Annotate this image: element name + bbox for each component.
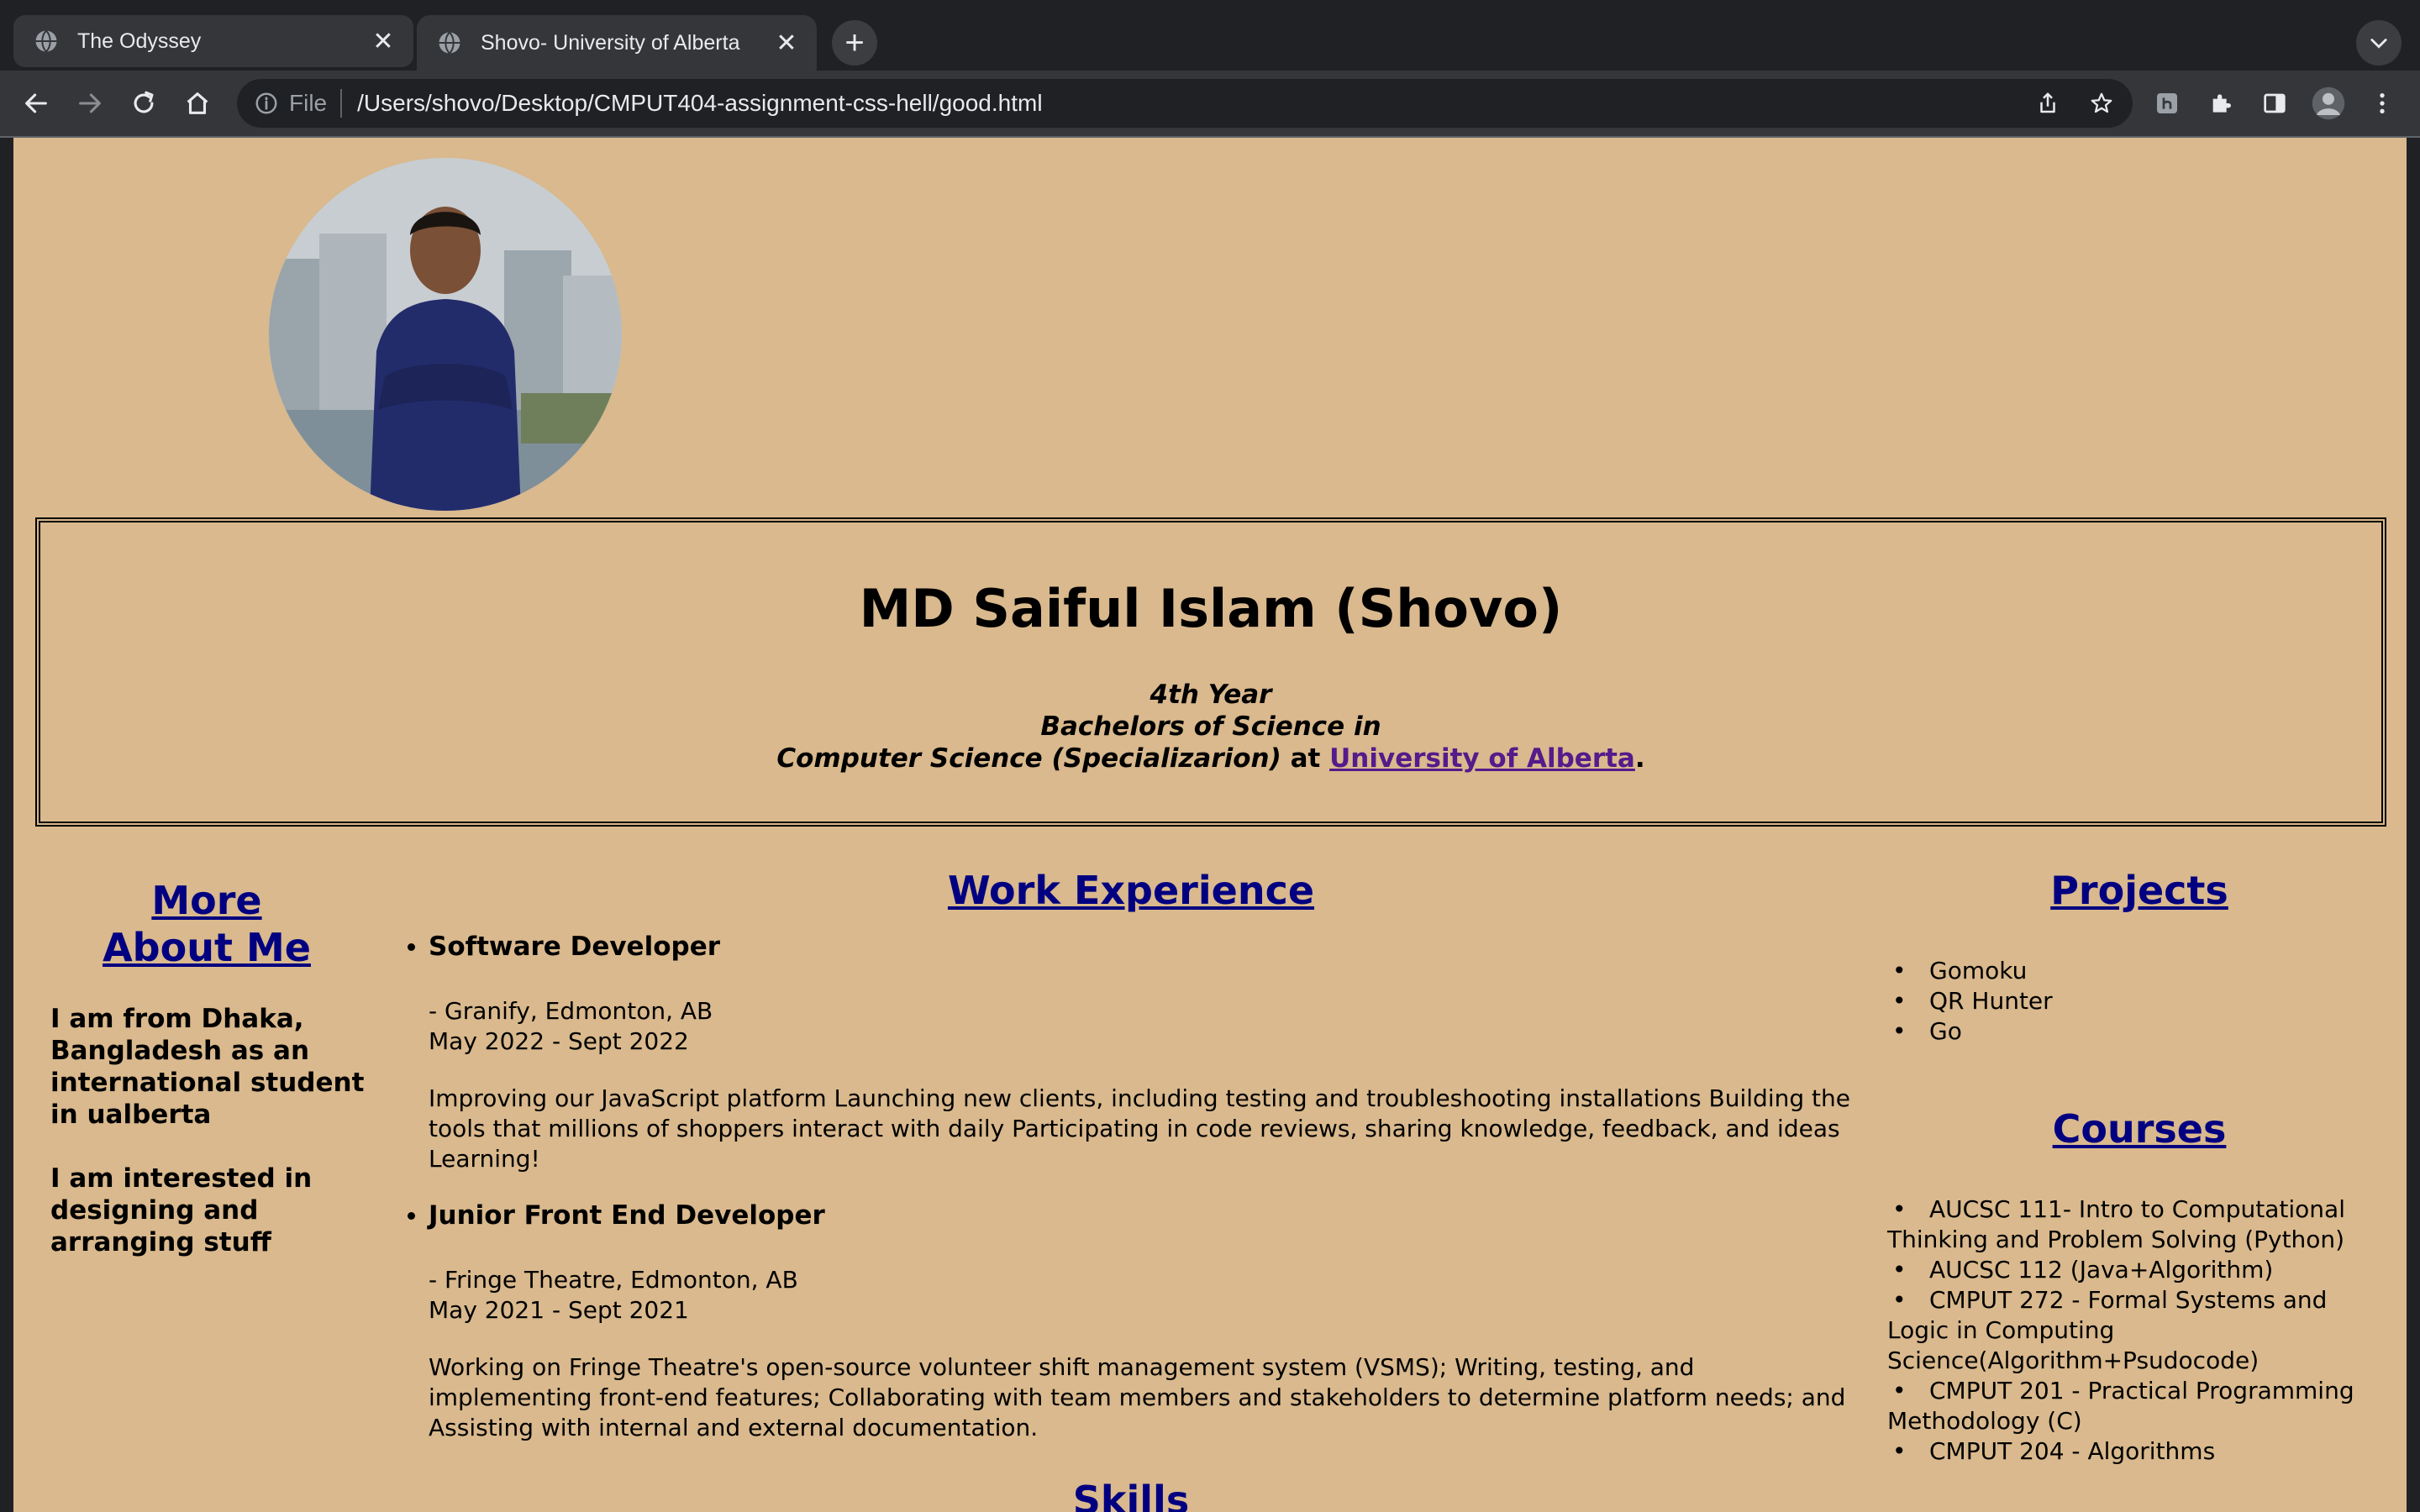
work-experience-link[interactable]: Work Experience <box>948 868 1314 913</box>
about-paragraph-interests: I am interested in designing and arrangi… <box>50 1163 313 1257</box>
about-heading-line1: More <box>151 878 262 923</box>
globe-icon <box>439 31 460 55</box>
profile-avatar[interactable] <box>2306 81 2351 126</box>
url-text[interactable]: /Users/shovo/Desktop/CMPUT404-assignment… <box>357 90 2025 117</box>
address-bar[interactable]: File /Users/shovo/Desktop/CMPUT404-assig… <box>237 79 2133 128</box>
skills-heading: Skills <box>400 1477 1862 1512</box>
work-experience-section: Work Experience Software Developer - Gra… <box>400 867 1862 1512</box>
courses-heading: Courses <box>1887 1105 2391 1152</box>
university-of-alberta-link[interactable]: University of Alberta <box>1329 743 1635 774</box>
about-paragraph-origin: I am from Dhaka, Bangladesh as an intern… <box>50 1004 365 1130</box>
menu-button[interactable] <box>2360 81 2405 126</box>
course-item: AUCSC 112 (Java+Algorithm) <box>1887 1255 2391 1285</box>
projects-courses-section: Projects Gomoku QR Hunter Go Courses AUC… <box>1887 867 2391 1467</box>
degree-line: Bachelors of Science in <box>1040 711 1381 742</box>
projects-heading: Projects <box>1887 867 2391 914</box>
tab-title: Shovo- University of Alberta <box>481 30 740 55</box>
job-list: Software Developer - Granify, Edmonton, … <box>400 931 1862 1443</box>
globe-icon <box>35 29 57 53</box>
home-button[interactable] <box>175 81 220 126</box>
period-text: . <box>1634 743 1645 774</box>
kebab-menu-icon <box>2380 93 2385 113</box>
omnibox-divider <box>340 89 343 118</box>
side-panel-button[interactable] <box>2252 81 2297 126</box>
project-list: Gomoku QR Hunter Go <box>1887 956 2391 1047</box>
program-name: Computer Science (Specializarion) <box>776 743 1281 774</box>
program-line: Computer Science (Specializarion) at Uni… <box>40 743 2381 774</box>
page-title: MD Saiful Islam (Shovo) <box>859 578 1563 639</box>
page-content: MD Saiful Islam (Shovo) 4th Year Bachelo… <box>13 138 2407 1512</box>
projects-link[interactable]: Projects <box>2050 868 2228 913</box>
new-tab-button[interactable]: + <box>832 20 877 66</box>
tab-title: The Odyssey <box>77 29 202 53</box>
job-title: Software Developer <box>429 932 721 962</box>
url-scheme-label: File <box>289 90 328 116</box>
home-icon <box>187 92 208 114</box>
job-item: Junior Front End Developer - Fringe Thea… <box>429 1200 1862 1443</box>
courses-link[interactable]: Courses <box>2053 1106 2227 1152</box>
tab-strip: The Odyssey ✕ Shovo- University of Alber… <box>0 0 2420 71</box>
job-description: Improving our JavaScript platform Launch… <box>429 1084 1850 1173</box>
job-dates: May 2021 - Sept 2021 <box>429 1296 689 1324</box>
at-text: at <box>1281 743 1330 774</box>
intro-banner: MD Saiful Islam (Shovo) 4th Year Bachelo… <box>35 517 2386 827</box>
about-heading-link[interactable]: More About Me <box>103 878 311 970</box>
close-tab-icon[interactable]: ✕ <box>368 26 398 56</box>
course-item: AUCSC 111- Intro to Computational Thinki… <box>1887 1194 2391 1255</box>
extensions-button[interactable] <box>2198 81 2244 126</box>
profile-photo <box>269 158 622 511</box>
course-list: AUCSC 111- Intro to Computational Thinki… <box>1887 1194 2391 1467</box>
intro-subtitle: 4th Year Bachelors of Science in Compute… <box>40 679 2381 774</box>
reload-icon <box>134 91 154 113</box>
reload-button[interactable] <box>121 81 166 126</box>
job-title: Junior Front End Developer <box>429 1200 825 1231</box>
course-item: CMPUT 272 - Formal Systems and Logic in … <box>1887 1285 2391 1376</box>
project-item: QR Hunter <box>1887 986 2391 1016</box>
tab-search-button[interactable] <box>2356 20 2402 66</box>
job-company: - Granify, Edmonton, AB <box>429 997 713 1025</box>
back-button[interactable] <box>13 81 59 126</box>
info-icon[interactable] <box>254 91 279 116</box>
profile-avatar-icon <box>2312 87 2345 120</box>
profile-photo-image <box>269 158 622 511</box>
job-item: Software Developer - Granify, Edmonton, … <box>429 931 1862 1174</box>
tab-shovo-university-of-alberta[interactable]: Shovo- University of Alberta ✕ <box>417 15 817 71</box>
puzzle-icon <box>2212 94 2231 113</box>
work-experience-heading: Work Experience <box>400 867 1862 914</box>
job-description: Working on Fringe Theatre's open-source … <box>429 1353 1846 1441</box>
browser-toolbar: File /Users/shovo/Desktop/CMPUT404-assig… <box>0 71 2420 138</box>
close-tab-icon[interactable]: ✕ <box>771 28 802 58</box>
about-heading: More About Me <box>39 877 375 971</box>
about-heading-line2: About Me <box>103 925 311 970</box>
year-line: 4th Year <box>1150 680 1272 710</box>
extension-app-icon <box>2157 93 2177 113</box>
job-dates: May 2022 - Sept 2022 <box>429 1027 689 1055</box>
project-item: Gomoku <box>1887 956 2391 986</box>
job-company: - Fringe Theatre, Edmonton, AB <box>429 1266 798 1294</box>
course-item: CMPUT 201 - Practical Programming Method… <box>1887 1376 2391 1436</box>
course-item: CMPUT 204 - Algorithms <box>1887 1436 2391 1467</box>
arrow-left-icon <box>25 93 47 113</box>
skills-link[interactable]: Skills <box>1073 1478 1189 1512</box>
extension-button[interactable] <box>2144 81 2190 126</box>
bookmark-star-icon[interactable] <box>2079 81 2124 126</box>
about-section: More About Me I am from Dhaka, Bangladesh… <box>39 877 375 1258</box>
side-panel-icon <box>2264 93 2286 113</box>
project-item: Go <box>1887 1016 2391 1047</box>
arrow-right-icon <box>79 93 101 113</box>
share-icon[interactable] <box>2025 81 2070 126</box>
chevron-down-icon <box>2370 39 2387 49</box>
tab-the-odyssey[interactable]: The Odyssey ✕ <box>13 15 413 67</box>
forward-button[interactable] <box>67 81 113 126</box>
